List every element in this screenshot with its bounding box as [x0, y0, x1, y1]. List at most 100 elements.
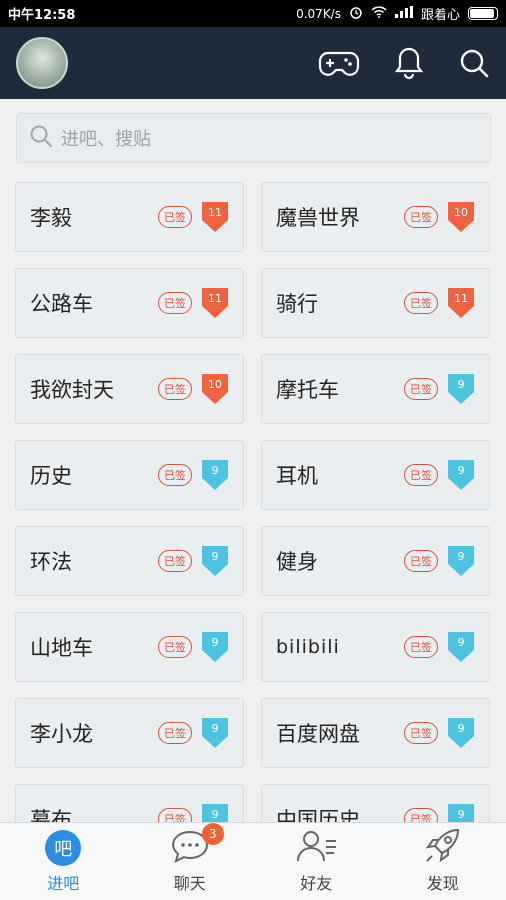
signed-stamp: 已签	[158, 636, 192, 658]
alarm-icon	[349, 5, 363, 23]
level-number: 9	[211, 808, 219, 821]
forum-name: 健身	[276, 550, 318, 574]
level-number: 9	[457, 550, 465, 563]
level-number: 9	[457, 808, 465, 821]
forum-card[interactable]: 中国历史 已签 9	[261, 784, 490, 822]
forum-name: 幕布	[30, 808, 72, 822]
level-number: 9	[211, 636, 219, 649]
forum-name: bilibili	[276, 636, 340, 658]
bottom-nav: 吧 进吧 3 聊天 好友 发现	[0, 822, 506, 900]
network-speed: 0.07K/s	[296, 6, 341, 21]
signed-stamp: 已签	[158, 292, 192, 314]
level-badge: 10	[200, 372, 230, 406]
gamepad-icon[interactable]	[318, 47, 360, 79]
forum-name: 山地车	[30, 636, 93, 660]
level-badge: 11	[200, 200, 230, 234]
level-number: 10	[454, 206, 468, 219]
signal-icon	[394, 5, 413, 22]
tab-label: 进吧	[47, 874, 80, 893]
forum-card[interactable]: 我欲封天 已签 10	[15, 354, 244, 424]
signed-stamp: 已签	[404, 206, 438, 228]
status-bar: 中午12:58 0.07K/s 跟着心	[0, 0, 506, 27]
signed-stamp: 已签	[158, 808, 192, 822]
forum-card[interactable]: 李毅 已签 11	[15, 182, 244, 252]
forum-name: 中国历史	[276, 808, 360, 822]
tab-friends[interactable]: 好友	[253, 823, 380, 900]
signed-stamp: 已签	[158, 206, 192, 228]
status-time: 中午12:58	[8, 8, 76, 23]
tab-chat[interactable]: 3 聊天	[127, 823, 254, 900]
signed-stamp: 已签	[158, 722, 192, 744]
level-number: 9	[211, 722, 219, 735]
level-badge: 9	[200, 458, 230, 492]
level-badge: 9	[446, 458, 476, 492]
forum-card[interactable]: 历史 已签 9	[15, 440, 244, 510]
forum-card[interactable]: 山地车 已签 9	[15, 612, 244, 682]
level-badge: 9	[446, 802, 476, 822]
forum-name: 我欲封天	[30, 378, 114, 402]
level-badge: 10	[446, 200, 476, 234]
level-badge: 9	[446, 544, 476, 578]
search-placeholder: 进吧、搜贴	[61, 129, 151, 150]
forum-card[interactable]: 李小龙 已签 9	[15, 698, 244, 768]
forum-card[interactable]: 魔兽世界 已签 10	[261, 182, 490, 252]
forum-name: 李毅	[30, 206, 72, 230]
forum-card[interactable]: 百度网盘 已签 9	[261, 698, 490, 768]
signed-stamp: 已签	[404, 464, 438, 486]
search-input[interactable]: 进吧、搜贴	[16, 113, 491, 163]
level-badge: 9	[446, 716, 476, 750]
tab-discover[interactable]: 发现	[380, 823, 506, 900]
level-number: 9	[457, 378, 465, 391]
level-number: 11	[208, 206, 222, 219]
status-right: 0.07K/s 跟着心	[296, 4, 498, 23]
forum-name: 环法	[30, 550, 72, 574]
forum-card[interactable]: 摩托车 已签 9	[261, 354, 490, 424]
tab-label: 好友	[300, 874, 333, 893]
signed-stamp: 已签	[404, 550, 438, 572]
forum-name: 耳机	[276, 464, 318, 488]
level-number: 11	[208, 292, 222, 305]
level-number: 9	[211, 550, 219, 563]
signed-stamp: 已签	[404, 378, 438, 400]
search-icon[interactable]	[458, 47, 490, 79]
signed-stamp: 已签	[404, 722, 438, 744]
signed-stamp: 已签	[404, 292, 438, 314]
level-number: 9	[457, 636, 465, 649]
level-number: 11	[454, 292, 468, 305]
forum-grid: 李毅 已签 11 魔兽世界 已签 10 公路车 已签 11 骑行 已签 11 我欲封天 已签 10 摩托车 已签…	[0, 182, 506, 822]
tab-ba[interactable]: 吧 进吧	[0, 823, 127, 900]
forum-card[interactable]: 健身 已签 9	[261, 526, 490, 596]
forum-card[interactable]: 环法 已签 9	[15, 526, 244, 596]
level-badge: 11	[200, 286, 230, 320]
level-badge: 9	[446, 630, 476, 664]
app-header	[0, 27, 506, 99]
forum-name: 摩托车	[276, 378, 339, 402]
ba-icon: 吧	[45, 830, 82, 866]
forum-card[interactable]: 公路车 已签 11	[15, 268, 244, 338]
forum-card[interactable]: 耳机 已签 9	[261, 440, 490, 510]
chat-badge: 3	[201, 823, 224, 845]
forum-name: 历史	[30, 464, 72, 488]
rocket-icon	[424, 828, 462, 868]
signed-stamp: 已签	[158, 378, 192, 400]
level-number: 9	[457, 464, 465, 477]
avatar[interactable]	[16, 37, 68, 89]
forum-card[interactable]: 骑行 已签 11	[261, 268, 490, 338]
level-number: 9	[457, 722, 465, 735]
battery-icon	[468, 7, 498, 20]
level-badge: 9	[200, 716, 230, 750]
forum-name: 公路车	[30, 292, 93, 316]
forum-card[interactable]: bilibili 已签 9	[261, 612, 490, 682]
header-actions	[318, 46, 490, 80]
signed-stamp: 已签	[158, 550, 192, 572]
forum-card[interactable]: 幕布 已签 9	[15, 784, 244, 822]
level-badge: 9	[200, 544, 230, 578]
level-badge: 11	[446, 286, 476, 320]
friends-icon	[294, 829, 338, 867]
bell-icon[interactable]	[394, 46, 424, 80]
forum-name: 骑行	[276, 292, 318, 316]
tab-label: 聊天	[173, 874, 206, 893]
level-badge: 9	[200, 630, 230, 664]
forum-name: 魔兽世界	[276, 206, 360, 230]
forum-name: 李小龙	[30, 722, 93, 746]
